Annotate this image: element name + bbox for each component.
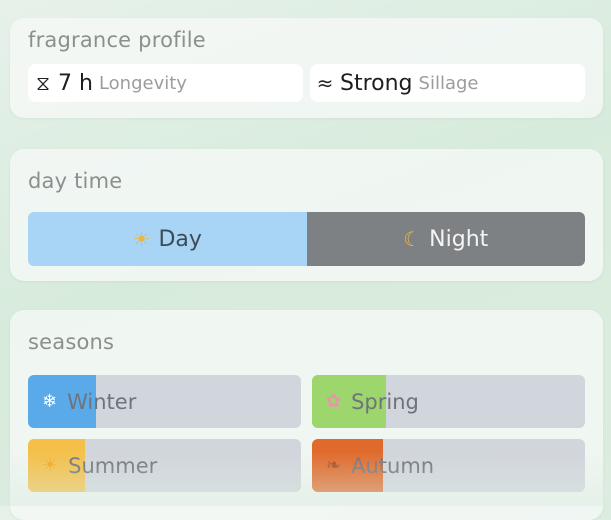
flower-icon: ✿	[326, 391, 342, 412]
day-option[interactable]: ☀ Day	[28, 212, 307, 266]
winter-label: Winter	[67, 389, 137, 414]
night-label: Night	[429, 226, 489, 252]
fragrance-profile-title: fragrance profile	[28, 28, 206, 52]
sillage-value: Strong	[340, 70, 413, 96]
day-time-card: day time ☀ Day ☾ Night	[10, 149, 603, 281]
season-spring[interactable]: ✿ Spring	[312, 375, 585, 428]
waves-icon: ≈	[316, 71, 334, 95]
longevity-value: 7 h	[58, 70, 93, 96]
day-time-title: day time	[28, 169, 123, 193]
leaf-icon: ❧	[326, 455, 342, 476]
season-summer[interactable]: ☀ Summer	[28, 439, 301, 492]
hourglass-icon: ⧖	[35, 71, 51, 95]
day-label: Day	[158, 226, 202, 252]
seasons-card: seasons ❄ Winter ✿ Spring ☀ Summer ❧ Aut…	[10, 310, 603, 520]
night-option[interactable]: ☾ Night	[306, 212, 585, 266]
spring-label: Spring	[351, 389, 419, 414]
longevity-pill: ⧖ 7 h Longevity	[28, 64, 303, 102]
sun-icon: ☀	[42, 455, 59, 476]
sillage-pill: ≈ Strong Sillage	[310, 64, 585, 102]
moon-icon: ☾	[403, 227, 422, 251]
snowflake-icon: ❄	[42, 391, 58, 412]
longevity-label: Longevity	[98, 72, 187, 94]
seasons-title: seasons	[28, 330, 115, 354]
sun-icon: ☀	[132, 227, 151, 251]
season-autumn[interactable]: ❧ Autumn	[312, 439, 585, 492]
sillage-label: Sillage	[418, 72, 479, 94]
summer-label: Summer	[68, 453, 158, 478]
day-night-toggle: ☀ Day ☾ Night	[28, 212, 585, 266]
fragrance-profile-card: fragrance profile ⧖ 7 h Longevity ≈ Stro…	[10, 18, 603, 118]
season-winter[interactable]: ❄ Winter	[28, 375, 301, 428]
autumn-label: Autumn	[351, 453, 435, 478]
